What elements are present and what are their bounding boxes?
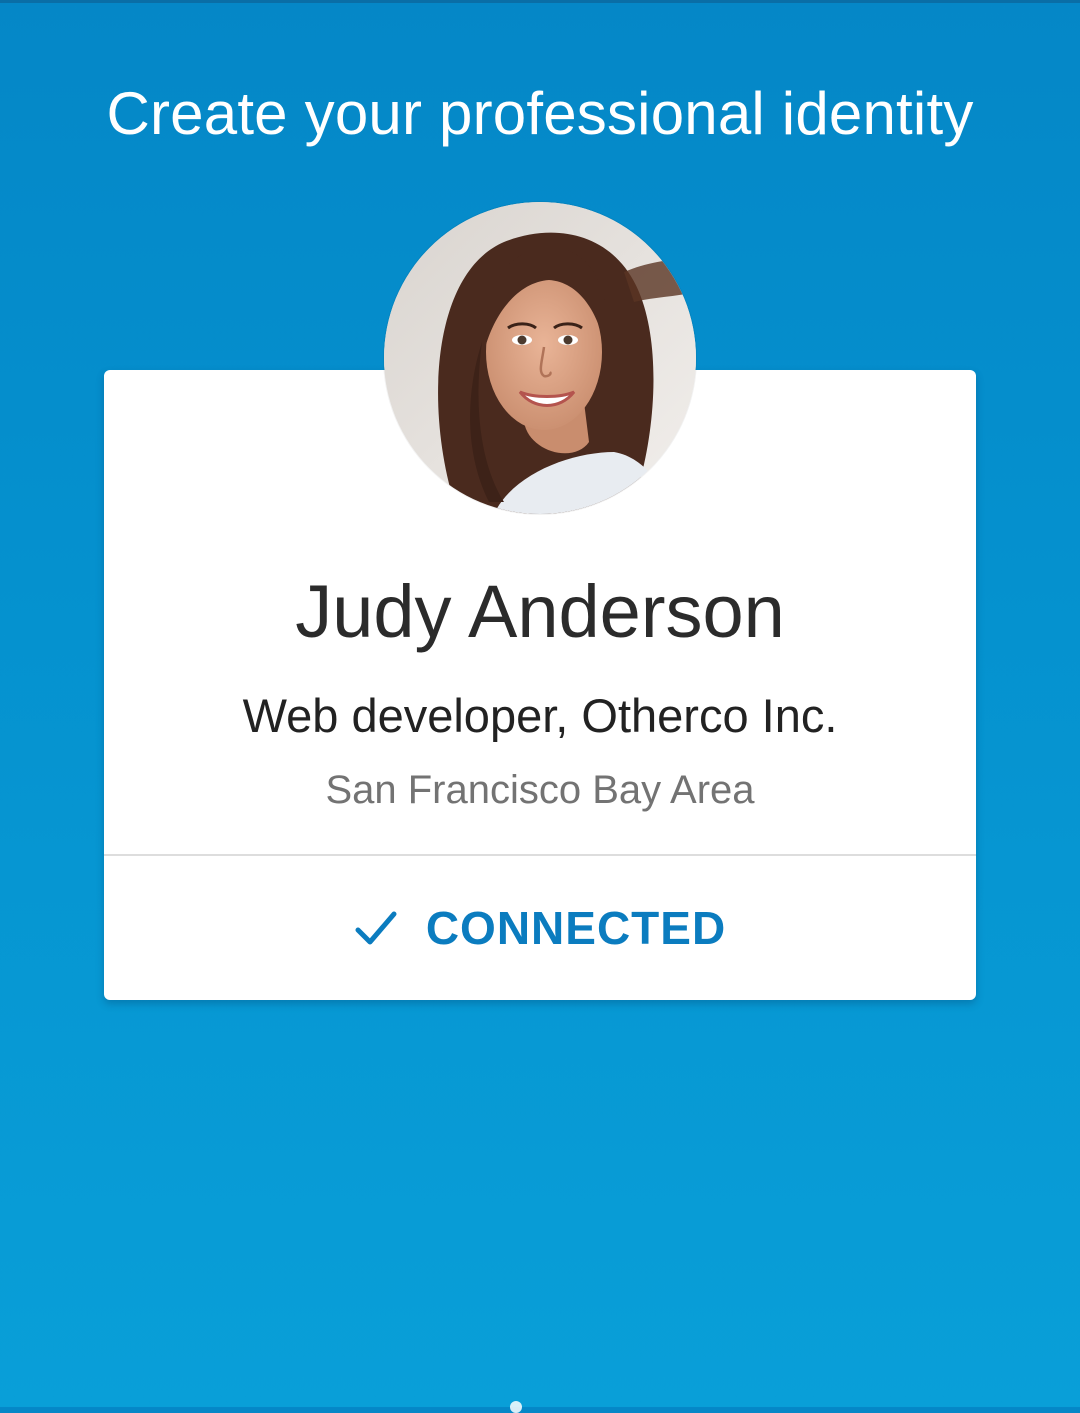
page-title: Create your professional identity (106, 80, 974, 147)
profile-photo-icon (384, 202, 696, 514)
profile-name: Judy Anderson (295, 570, 785, 653)
page-indicator-dot[interactable] (510, 1401, 522, 1413)
connected-label: CONNECTED (425, 902, 727, 954)
avatar (384, 202, 696, 514)
status-bar-edge (0, 0, 1080, 3)
profile-location: San Francisco Bay Area (325, 768, 755, 812)
connected-button[interactable]: CONNECTED (104, 856, 976, 1000)
profile-headline: Web developer, Otherco Inc. (242, 689, 838, 742)
checkmark-icon (355, 911, 397, 945)
